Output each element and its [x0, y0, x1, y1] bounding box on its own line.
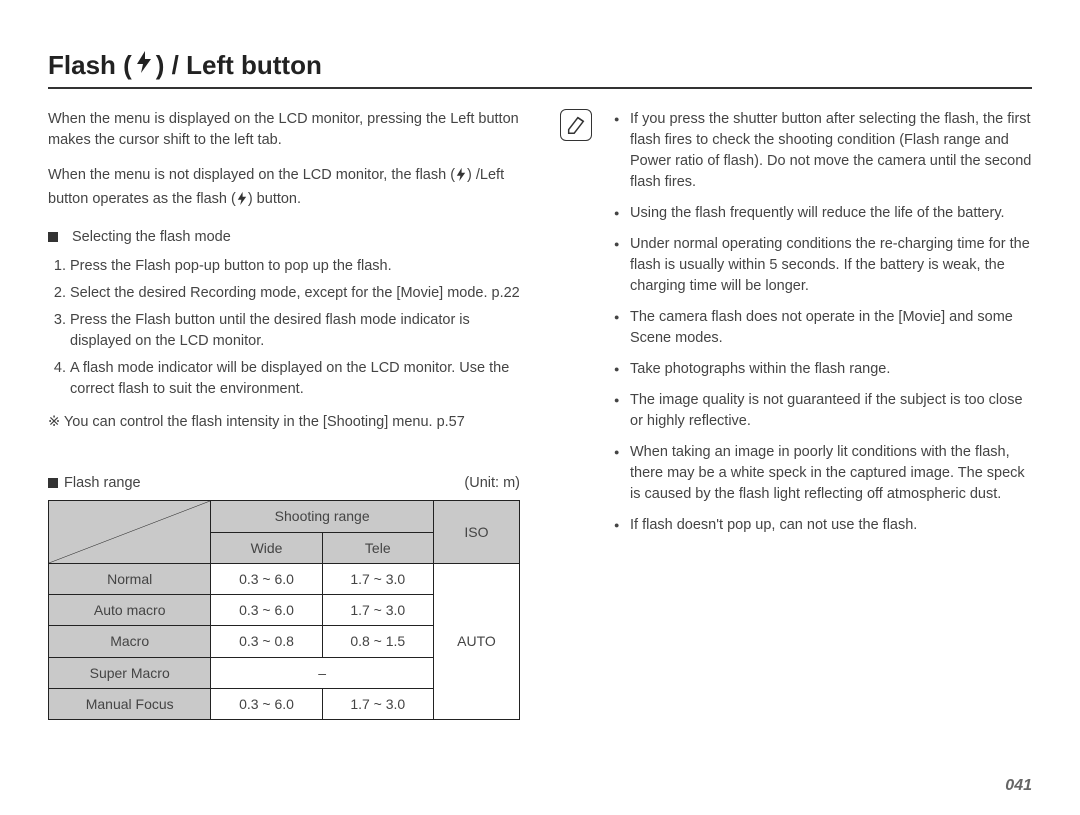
page-heading: Flash ( ) / Left button [48, 50, 1032, 81]
cell-tele: 1.7 ~ 3.0 [322, 595, 433, 626]
tip-item: The image quality is not guaranteed if t… [618, 390, 1032, 432]
cell-tele: 0.8 ~ 1.5 [322, 626, 433, 657]
row-label: Super Macro [49, 657, 211, 688]
tip-item: Using the flash frequently will reduce t… [618, 203, 1032, 224]
tip-item: Take photographs within the flash range. [618, 359, 1032, 380]
col-iso: ISO [433, 501, 519, 564]
title-prefix: Flash ( [48, 50, 132, 81]
flash-range-header: Flash range (Unit: m) [48, 473, 520, 494]
tips-list: If you press the shutter button after se… [602, 109, 1032, 546]
row-label: Normal [49, 563, 211, 594]
step-item: Select the desired Recording mode, excep… [70, 283, 520, 304]
right-column: If you press the shutter button after se… [560, 109, 1032, 720]
two-column-layout: When the menu is displayed on the LCD mo… [48, 109, 1032, 720]
flash-intensity-note: ※ You can control the flash intensity in… [48, 412, 520, 433]
square-bullet-icon [48, 232, 58, 242]
flash-icon [134, 50, 154, 81]
page-number: 041 [1005, 777, 1032, 795]
row-label: Macro [49, 626, 211, 657]
tip-item: Under normal operating conditions the re… [618, 234, 1032, 297]
table-corner-cell [49, 501, 211, 564]
cell-wide: 0.3 ~ 6.0 [211, 595, 322, 626]
cell-tele: 1.7 ~ 3.0 [322, 563, 433, 594]
flash-range-unit: (Unit: m) [464, 473, 520, 494]
flash-icon [236, 191, 248, 213]
flash-range-label: Flash range [64, 475, 141, 491]
cell-merged: – [211, 657, 434, 688]
note-icon [560, 109, 592, 141]
selecting-flash-heading: Selecting the flash mode [48, 227, 520, 248]
cell-wide: 0.3 ~ 0.8 [211, 626, 322, 657]
tip-item: If flash doesn't pop up, can not use the… [618, 515, 1032, 536]
left-column: When the menu is displayed on the LCD mo… [48, 109, 520, 720]
intro-paragraph-2: When the menu is not displayed on the LC… [48, 165, 520, 213]
title-suffix: ) / Left button [156, 50, 322, 81]
tip-item: When taking an image in poorly lit condi… [618, 442, 1032, 505]
steps-list: Press the Flash pop-up button to pop up … [48, 256, 520, 400]
cell-wide: 0.3 ~ 6.0 [211, 563, 322, 594]
cell-tele: 1.7 ~ 3.0 [322, 688, 433, 719]
flash-range-table: Shooting range ISO Wide Tele Normal 0.3 … [48, 500, 520, 720]
cell-wide: 0.3 ~ 6.0 [211, 688, 322, 719]
title-bar: Flash ( ) / Left button [48, 50, 1032, 89]
square-bullet-icon [48, 478, 58, 488]
intro-paragraph-1: When the menu is displayed on the LCD mo… [48, 109, 520, 151]
row-label: Auto macro [49, 595, 211, 626]
col-wide: Wide [211, 532, 322, 563]
manual-page: Flash ( ) / Left button When the menu is… [0, 0, 1080, 750]
col-tele: Tele [322, 532, 433, 563]
step-item: Press the Flash button until the desired… [70, 310, 520, 352]
iso-value: AUTO [433, 563, 519, 719]
step-item: Press the Flash pop-up button to pop up … [70, 256, 520, 277]
row-label: Manual Focus [49, 688, 211, 719]
flash-icon [455, 167, 467, 189]
tips-block: If you press the shutter button after se… [560, 109, 1032, 546]
col-shooting-range: Shooting range [211, 501, 434, 532]
selecting-flash-label: Selecting the flash mode [72, 227, 231, 248]
tip-item: The camera flash does not operate in the… [618, 307, 1032, 349]
step-item: A flash mode indicator will be displayed… [70, 358, 520, 400]
tip-item: If you press the shutter button after se… [618, 109, 1032, 193]
